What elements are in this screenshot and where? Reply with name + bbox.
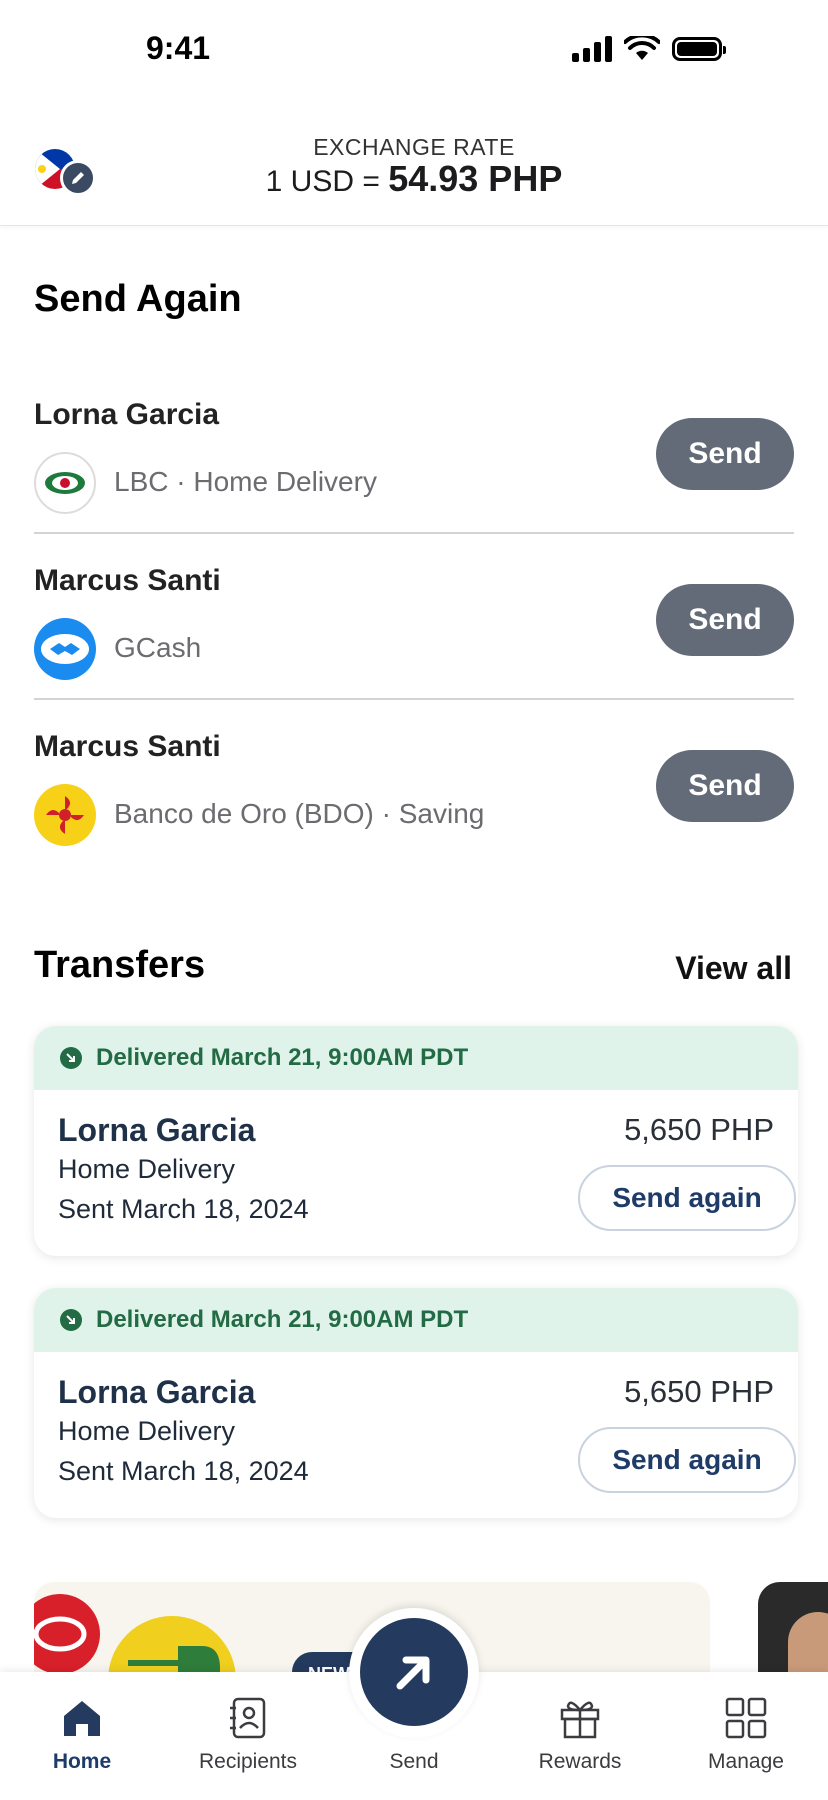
grid-icon	[676, 1694, 816, 1742]
exchange-rate-value: 1 USD = 54.93 PHP	[0, 158, 828, 200]
delivered-arrow-icon	[60, 1047, 82, 1069]
status-time: 9:41	[146, 30, 211, 66]
address-book-icon	[178, 1694, 318, 1742]
recipient-row[interactable]: Lorna Garcia LBC · Home Delivery Send	[34, 368, 794, 534]
battery-icon	[672, 37, 726, 61]
recipient-detail: GCash	[114, 632, 202, 663]
recipient-row[interactable]: Marcus Santi GCash Send	[34, 534, 794, 700]
nav-rewards[interactable]: Rewards	[510, 1694, 650, 1774]
transfers-title: Transfers	[34, 944, 206, 986]
send-button[interactable]: Send	[656, 584, 794, 656]
delivered-arrow-icon	[60, 1309, 82, 1331]
transfer-card[interactable]: Delivered March 21, 9:00AM PDT Lorna Gar…	[34, 1288, 798, 1518]
transfer-recipient-name: Lorna Garcia	[58, 1374, 256, 1410]
delivered-status-bar: Delivered March 21, 9:00AM PDT	[34, 1026, 798, 1090]
nav-home[interactable]: Home	[12, 1694, 152, 1774]
bdo-logo-icon	[34, 784, 96, 846]
transfer-method: Home Delivery	[58, 1416, 236, 1446]
wifi-icon	[624, 36, 660, 60]
transfer-date: Sent March 18, 2024	[58, 1194, 309, 1224]
lbc-promo-logo	[34, 1594, 100, 1674]
recipient-name: Lorna Garcia	[34, 398, 220, 431]
send-again-title: Send Again	[34, 278, 242, 320]
nav-rewards-label: Rewards	[538, 1750, 622, 1773]
delivered-status-text: Delivered March 21, 9:00AM PDT	[96, 1044, 469, 1071]
lbc-logo-icon	[34, 452, 96, 514]
transfer-amount: 5,650 PHP	[624, 1374, 774, 1409]
cellular-signal-icon	[572, 36, 612, 62]
gcash-logo-icon	[34, 618, 96, 680]
nav-recipients[interactable]: Recipients	[178, 1694, 318, 1774]
delivered-status-bar: Delivered March 21, 9:00AM PDT	[34, 1288, 798, 1352]
nav-home-label: Home	[52, 1750, 112, 1773]
recipient-detail: LBC · Home Delivery	[114, 466, 377, 497]
status-icons	[572, 36, 726, 62]
recipient-name: Marcus Santi	[34, 730, 221, 763]
nav-send-label: Send	[389, 1750, 439, 1773]
recipient-row[interactable]: Marcus Santi Banco de Oro (BDO) · Saving…	[34, 700, 794, 866]
send-again-button[interactable]: Send again	[578, 1165, 796, 1231]
recipient-name: Marcus Santi	[34, 564, 221, 597]
rate-prefix: 1 USD =	[265, 165, 389, 198]
nav-manage-label: Manage	[708, 1750, 784, 1773]
send-fab-button[interactable]	[360, 1618, 468, 1726]
transfer-card[interactable]: Delivered March 21, 9:00AM PDT Lorna Gar…	[34, 1026, 798, 1256]
transfer-date: Sent March 18, 2024	[58, 1456, 309, 1486]
home-icon	[12, 1694, 152, 1742]
transfer-amount: 5,650 PHP	[624, 1112, 774, 1147]
send-button[interactable]: Send	[656, 750, 794, 822]
send-button[interactable]: Send	[656, 418, 794, 490]
exchange-rate-label: EXCHANGE RATE	[313, 134, 515, 160]
exchange-rate-header: EXCHANGE RATE 1 USD = 54.93 PHP	[0, 100, 828, 226]
recipient-detail: Banco de Oro (BDO) · Saving	[114, 798, 485, 829]
nav-manage[interactable]: Manage	[676, 1694, 816, 1774]
delivered-status-text: Delivered March 21, 9:00AM PDT	[96, 1306, 469, 1333]
transfer-recipient-name: Lorna Garcia	[58, 1112, 256, 1148]
arrow-up-right-icon	[396, 1656, 430, 1690]
send-again-button[interactable]: Send again	[578, 1427, 796, 1493]
transfer-method: Home Delivery	[58, 1154, 236, 1184]
view-all-link[interactable]: View all	[675, 950, 792, 987]
nav-recipients-label: Recipients	[198, 1750, 298, 1773]
rate-amount: 54.93 PHP	[388, 158, 563, 199]
gift-icon	[510, 1694, 650, 1742]
status-bar: 9:41	[0, 0, 828, 100]
